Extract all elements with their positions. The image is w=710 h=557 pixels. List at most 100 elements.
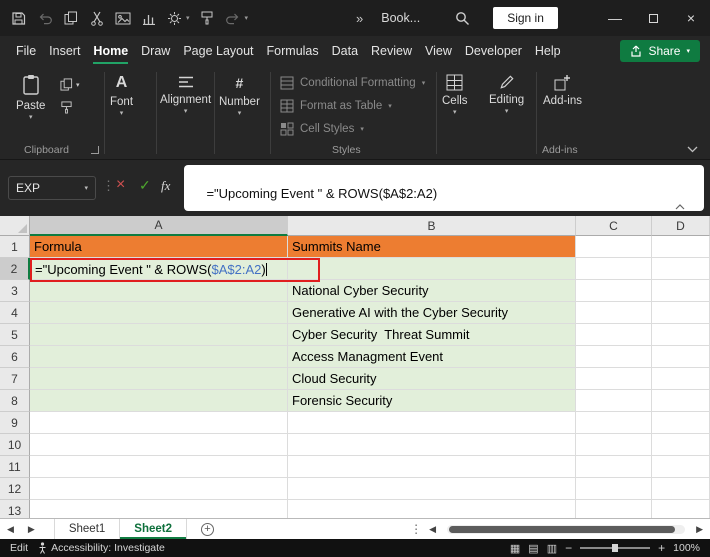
close-button[interactable]: × <box>672 0 710 36</box>
sheet-tab-sheet1[interactable]: Sheet1 <box>53 519 121 539</box>
row-header-13[interactable]: 13 <box>0 500 30 518</box>
new-sheet-button[interactable]: + <box>201 522 215 536</box>
cell-B11[interactable] <box>288 456 576 478</box>
cell-A12[interactable] <box>30 478 288 500</box>
cell-C3[interactable] <box>576 280 652 302</box>
cell-A4[interactable] <box>30 302 288 324</box>
cell-C10[interactable] <box>576 434 652 456</box>
redo-icon[interactable] <box>225 10 242 27</box>
cell-A3[interactable] <box>30 280 288 302</box>
cell-C4[interactable] <box>576 302 652 324</box>
sheet-tab-sheet2[interactable]: Sheet2 <box>120 519 188 539</box>
share-button[interactable]: Share ▾ <box>620 40 700 62</box>
row-header-10[interactable]: 10 <box>0 434 30 456</box>
chart-icon[interactable] <box>140 10 157 27</box>
dialog-launcher-icon[interactable] <box>90 146 99 154</box>
accessibility-status[interactable]: Accessibility: Investigate <box>38 542 165 554</box>
cells-button[interactable]: Cells ▾ <box>442 74 468 116</box>
zoom-slider[interactable] <box>580 544 651 552</box>
row-header-12[interactable]: 12 <box>0 478 30 500</box>
cancel-entry-icon[interactable]: × <box>116 176 125 194</box>
cell-D6[interactable] <box>652 346 710 368</box>
cell-B1[interactable]: Summits Name <box>288 236 576 258</box>
zoom-slider-thumb[interactable] <box>612 544 619 552</box>
cell-D8[interactable] <box>652 390 710 412</box>
add-ins-button[interactable]: Add-ins <box>543 74 582 107</box>
name-box[interactable]: EXP ▾ <box>8 176 96 200</box>
cell-A7[interactable] <box>30 368 288 390</box>
cell-C12[interactable] <box>576 478 652 500</box>
format-painter-icon[interactable] <box>199 10 216 27</box>
cell-B6[interactable]: Access Managment Event <box>288 346 576 368</box>
cell-C7[interactable] <box>576 368 652 390</box>
cell-D3[interactable] <box>652 280 710 302</box>
cell-D10[interactable] <box>652 434 710 456</box>
normal-view-icon[interactable]: ▦ <box>510 542 520 555</box>
expand-formula-bar-icon[interactable] <box>675 174 697 211</box>
zoom-level[interactable]: 100% <box>673 542 700 554</box>
settings-icon[interactable] <box>166 10 183 27</box>
select-all-corner[interactable] <box>0 216 30 236</box>
formula-bar-handle-icon[interactable]: ⋮ <box>102 178 115 194</box>
tab-view[interactable]: View <box>425 38 452 64</box>
collapse-ribbon-icon[interactable] <box>687 146 698 153</box>
page-break-view-icon[interactable]: ▥ <box>547 542 557 555</box>
edit-cell-A2[interactable]: ="Upcoming Event " & ROWS($A$2:A2) <box>30 258 320 282</box>
cell-B2[interactable] <box>288 258 576 280</box>
scroll-left-icon[interactable]: ◀ <box>422 524 443 535</box>
cell-A13[interactable] <box>30 500 288 518</box>
tab-review[interactable]: Review <box>371 38 412 64</box>
editing-button[interactable]: Editing ▾ <box>489 74 524 115</box>
row-header-8[interactable]: 8 <box>0 390 30 412</box>
cell-D4[interactable] <box>652 302 710 324</box>
cell-D13[interactable] <box>652 500 710 518</box>
row-header-4[interactable]: 4 <box>0 302 30 324</box>
row-header-2[interactable]: 2 <box>0 258 30 280</box>
sign-in-button[interactable]: Sign in <box>493 7 558 29</box>
number-button[interactable]: # Number ▾ <box>219 74 260 117</box>
cut-icon[interactable] <box>88 10 105 27</box>
cell-C2[interactable] <box>576 258 652 280</box>
name-box-dropdown-icon[interactable]: ▾ <box>84 184 88 192</box>
tab-data[interactable]: Data <box>332 38 358 64</box>
insert-function-icon[interactable]: fx <box>161 178 170 194</box>
cell-A8[interactable] <box>30 390 288 412</box>
format-as-table-button[interactable]: Format as Table ▾ <box>280 99 392 113</box>
previous-sheet-icon[interactable]: ◀ <box>0 524 21 535</box>
tab-insert[interactable]: Insert <box>49 38 80 64</box>
redo-dropdown-icon[interactable]: ▾ <box>245 14 249 22</box>
paste-button[interactable]: Paste ▾ <box>16 74 45 121</box>
cell-D2[interactable] <box>652 258 710 280</box>
cell-B5[interactable]: Cyber Security Threat Summit <box>288 324 576 346</box>
column-header-D[interactable]: D <box>652 216 710 236</box>
scroll-right-icon[interactable]: ▶ <box>689 524 710 535</box>
cell-A10[interactable] <box>30 434 288 456</box>
cell-D7[interactable] <box>652 368 710 390</box>
tab-file[interactable]: File <box>16 38 36 64</box>
row-header-5[interactable]: 5 <box>0 324 30 346</box>
minimize-button[interactable]: — <box>596 0 634 36</box>
cell-C6[interactable] <box>576 346 652 368</box>
cell-C1[interactable] <box>576 236 652 258</box>
column-header-C[interactable]: C <box>576 216 652 236</box>
cell-B3[interactable]: National Cyber Security <box>288 280 576 302</box>
search-icon[interactable] <box>454 10 471 27</box>
undo-icon[interactable] <box>36 10 53 27</box>
cell-B9[interactable] <box>288 412 576 434</box>
copy-icon[interactable] <box>62 10 79 27</box>
horizontal-scrollbar-thumb[interactable] <box>449 525 676 533</box>
picture-icon[interactable] <box>114 10 131 27</box>
cell-B4[interactable]: Generative AI with the Cyber Security <box>288 302 576 324</box>
horizontal-scrollbar[interactable] <box>447 524 686 534</box>
cell-A1[interactable]: Formula <box>30 236 288 258</box>
cell-D11[interactable] <box>652 456 710 478</box>
tab-draw[interactable]: Draw <box>141 38 170 64</box>
cell-C9[interactable] <box>576 412 652 434</box>
tab-bar-splitter-icon[interactable]: ⋮ <box>410 522 422 536</box>
page-layout-view-icon[interactable]: ▤ <box>528 542 538 555</box>
cell-C13[interactable] <box>576 500 652 518</box>
formula-input[interactable]: ="Upcoming Event " & ROWS($A$2:A2) <box>184 165 704 211</box>
cell-B12[interactable] <box>288 478 576 500</box>
cell-C8[interactable] <box>576 390 652 412</box>
zoom-out-icon[interactable]: − <box>565 541 572 555</box>
